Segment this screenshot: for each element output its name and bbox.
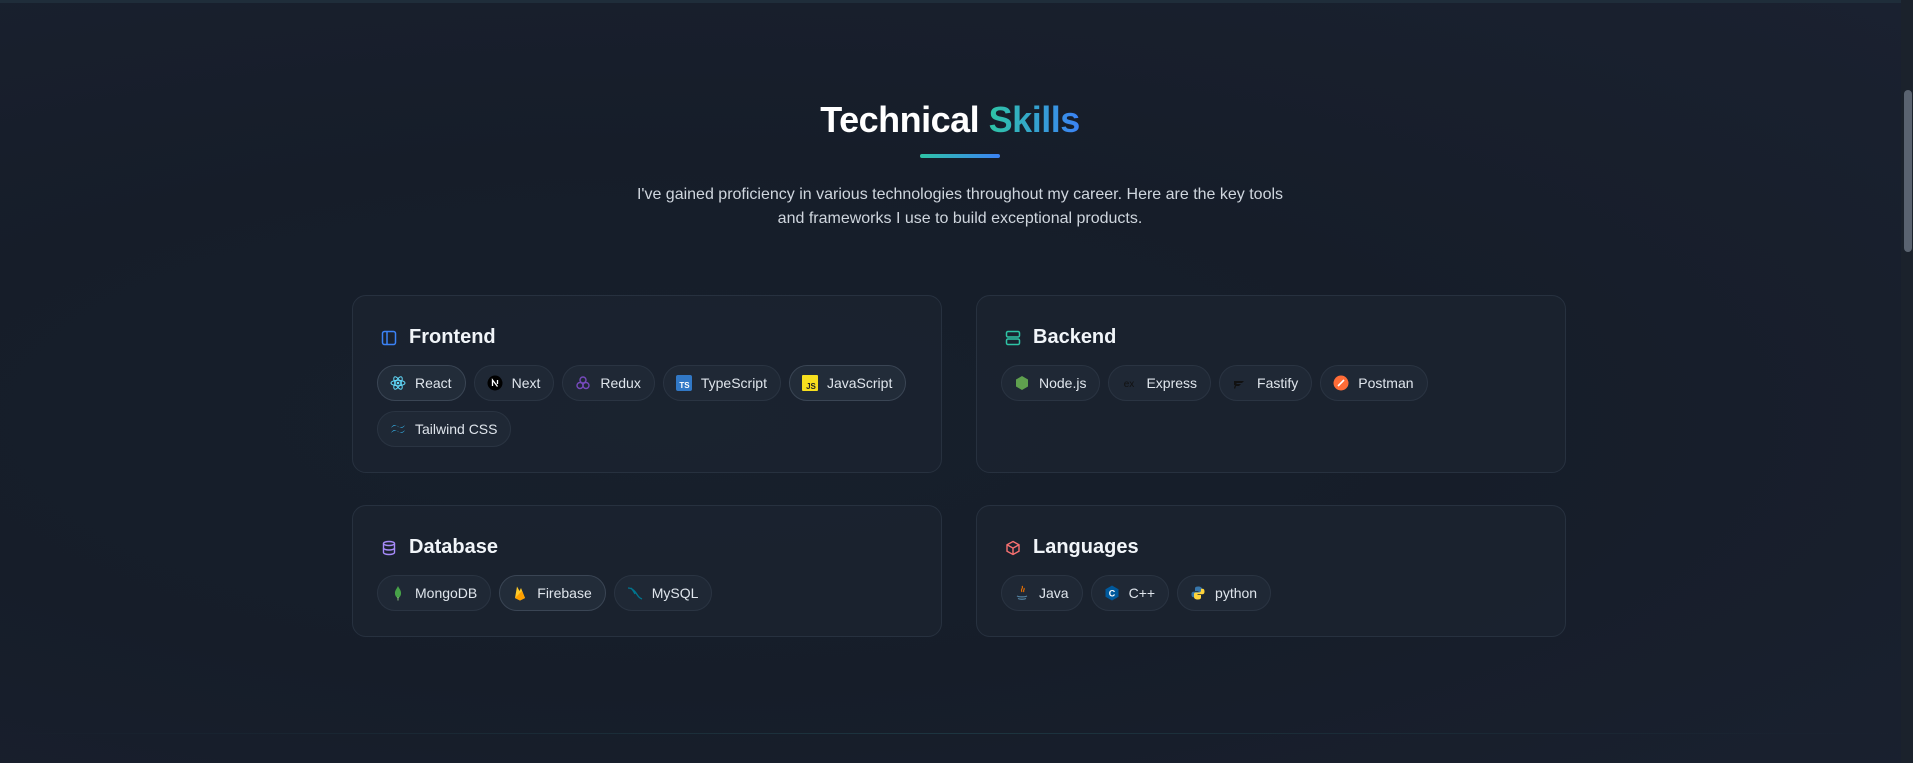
skill-chip-typescript[interactable]: TS TypeScript <box>662 365 781 401</box>
skill-card-database: Database MongoDB Firebase MySQL <box>352 505 942 637</box>
card-header: Frontend <box>381 326 496 349</box>
express-icon: ex <box>1121 375 1137 391</box>
mongodb-icon <box>390 585 406 601</box>
scrollbar-thumb[interactable] <box>1904 90 1912 252</box>
skill-label: JavaScript <box>826 375 893 391</box>
skill-label: Tailwind CSS <box>415 421 498 437</box>
postman-icon <box>1333 375 1349 391</box>
javascript-icon: JS <box>801 375 818 391</box>
firebase-icon <box>512 585 528 601</box>
card-header: Languages <box>1005 536 1139 559</box>
skill-chip-mongodb[interactable]: MongoDB <box>377 575 492 611</box>
skill-list: Java C C++ python <box>1001 575 1541 611</box>
card-title: Languages <box>1033 536 1139 558</box>
redux-icon <box>575 375 591 391</box>
skill-label: python <box>1215 585 1258 601</box>
skill-card-languages: Languages Java C C++ python <box>976 505 1566 637</box>
card-title: Database <box>409 536 498 558</box>
skill-chip-next[interactable]: Next <box>473 365 555 401</box>
skill-chip-javascript[interactable]: JS JavaScript <box>788 365 907 401</box>
skill-chip-python[interactable]: python <box>1177 575 1272 611</box>
skill-chip-cpp[interactable]: C C++ <box>1090 575 1170 611</box>
database-icon <box>381 540 397 556</box>
python-icon <box>1190 585 1206 601</box>
skill-chip-react[interactable]: React <box>377 365 466 401</box>
skill-label: Firebase <box>537 585 592 601</box>
skill-chip-postman[interactable]: Postman <box>1320 365 1428 401</box>
mysql-icon <box>627 585 643 601</box>
skill-label: C++ <box>1128 585 1156 601</box>
skill-label: MongoDB <box>415 585 478 601</box>
title-underline <box>920 154 1000 158</box>
bottom-divider <box>0 733 1900 734</box>
skill-label: Redux <box>600 375 641 391</box>
skill-chip-express[interactable]: ex Express <box>1108 365 1212 401</box>
card-header: Backend <box>1005 326 1116 349</box>
card-title: Frontend <box>409 326 496 348</box>
skill-card-frontend: Frontend React Next Redux TS TypeScript … <box>352 295 942 473</box>
skill-chip-tailwind[interactable]: Tailwind CSS <box>377 411 512 447</box>
skill-list: MongoDB Firebase MySQL <box>377 575 917 611</box>
cpp-icon: C <box>1104 585 1120 601</box>
section-title-accent: Skills <box>988 99 1081 140</box>
skill-card-backend: Backend Node.js ex Express Fastify Postm… <box>976 295 1566 473</box>
skill-label: MySQL <box>651 585 699 601</box>
svg-text:JS: JS <box>806 382 816 391</box>
svg-text:ex: ex <box>1124 379 1135 390</box>
section-subtitle: I've gained proficiency in various techn… <box>636 186 1284 227</box>
skill-chip-fastify[interactable]: Fastify <box>1219 365 1313 401</box>
skill-chip-mysql[interactable]: MySQL <box>613 575 713 611</box>
nodejs-icon <box>1014 375 1030 391</box>
java-icon <box>1014 585 1030 601</box>
skill-label: Fastify <box>1257 375 1299 391</box>
typescript-icon: TS <box>675 375 692 391</box>
skill-label: Express <box>1146 375 1198 391</box>
skill-list: Node.js ex Express Fastify Postman <box>1001 365 1541 401</box>
skill-list: React Next Redux TS TypeScript JS JavaSc… <box>377 365 917 447</box>
skill-label: Next <box>511 375 541 391</box>
section-title-main: Technical <box>820 99 980 140</box>
skill-label: Postman <box>1358 375 1414 391</box>
skill-label: React <box>415 375 452 391</box>
card-header: Database <box>381 536 498 559</box>
card-title: Backend <box>1033 326 1117 348</box>
skill-chip-nodejs[interactable]: Node.js <box>1001 365 1101 401</box>
cube-icon <box>1005 540 1021 556</box>
layout-panel-icon <box>381 330 397 346</box>
fastify-icon <box>1232 375 1248 391</box>
tailwind-icon <box>390 421 406 437</box>
skill-chip-firebase[interactable]: Firebase <box>499 575 606 611</box>
svg-text:TS: TS <box>679 381 690 390</box>
skill-chip-redux[interactable]: Redux <box>562 365 655 401</box>
server-icon <box>1005 330 1021 346</box>
nextjs-icon <box>487 375 503 391</box>
skill-label: Java <box>1039 585 1069 601</box>
skill-label: Node.js <box>1039 375 1087 391</box>
section-title: Technical Skills <box>0 98 1900 142</box>
scrollbar-track[interactable] <box>1901 0 1913 763</box>
skill-label: TypeScript <box>700 375 767 391</box>
react-icon <box>390 375 406 391</box>
top-divider <box>0 0 1913 3</box>
skill-chip-java[interactable]: Java <box>1001 575 1083 611</box>
svg-text:C: C <box>1108 589 1115 599</box>
